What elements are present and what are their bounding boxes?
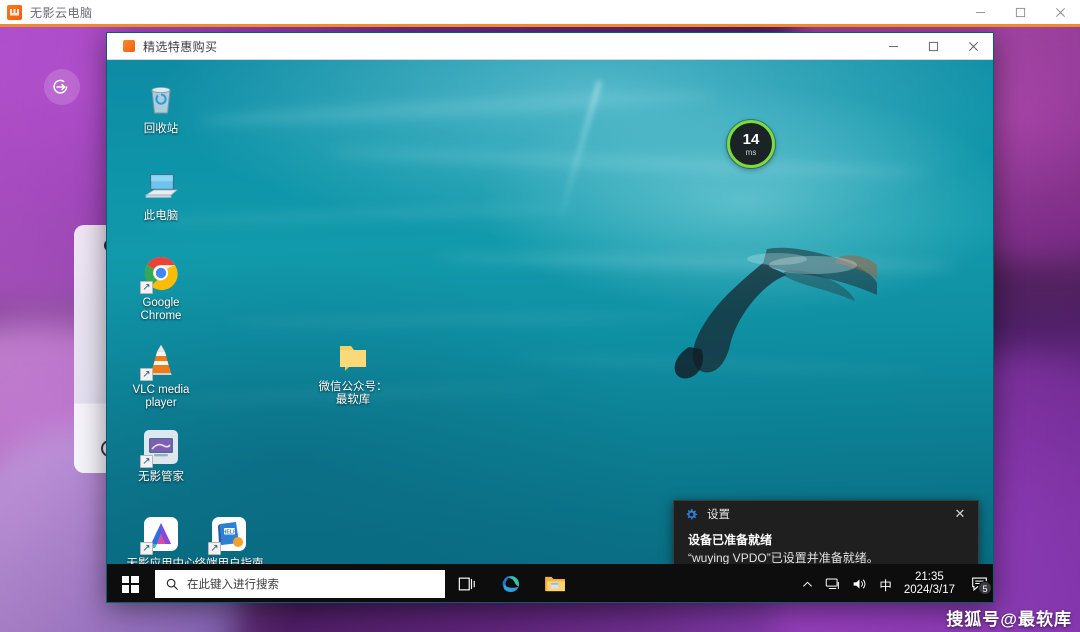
system-tray: 中 21:35 2024/3/17 5 <box>796 564 993 602</box>
clock-time: 21:35 <box>915 571 944 583</box>
minimize-icon <box>888 45 898 47</box>
microsoft-edge-button[interactable] <box>489 564 533 602</box>
start-button[interactable] <box>107 564 153 602</box>
desktop-icon-recycle-bin[interactable]: 回收站 <box>123 78 199 136</box>
tray-network-icon[interactable] <box>819 564 846 602</box>
vm-minimize-button[interactable] <box>873 33 913 59</box>
windows-desktop[interactable]: 回收站 此电脑 ↗ Google Chrome ↗ VLC media play… <box>107 60 993 602</box>
toast-title: 设备已准备就绪 <box>688 533 773 547</box>
taskbar: 在此键入进行搜索 中 21:35 2024/3/17 5 <box>107 564 993 602</box>
this-pc-icon <box>140 165 182 207</box>
vm-window-titlebar[interactable]: 精选特惠购买 <box>107 33 993 60</box>
desktop-icon-label: 无影管家 <box>138 471 184 483</box>
vm-app-icon <box>123 40 135 52</box>
latency-badge[interactable]: 14 ms <box>727 120 775 168</box>
tray-ime-indicator[interactable]: 中 <box>873 564 898 602</box>
google-chrome-icon <box>140 252 182 294</box>
folder-icon <box>332 336 374 378</box>
close-icon <box>1055 7 1065 17</box>
tray-volume-icon[interactable] <box>846 564 873 602</box>
vlc-media-player-icon <box>140 339 182 381</box>
gear-icon <box>686 508 698 519</box>
desktop-icon-wechat-folder[interactable]: 微信公众号：最软库 <box>315 336 391 407</box>
power-logout-icon <box>53 79 68 94</box>
desktop-icon-wuying-app-center[interactable]: 无影应用中心 <box>123 513 199 571</box>
recycle-bin-icon <box>140 78 182 120</box>
wuying-app-center-icon <box>140 513 182 555</box>
minimize-icon <box>975 11 985 13</box>
maximize-icon <box>1015 7 1025 17</box>
vm-window-controls <box>873 33 993 59</box>
desktop-icon-label: Google Chrome <box>140 297 182 322</box>
outer-minimize-button[interactable] <box>960 0 1000 24</box>
app-root: 无影云电脑 精选特惠购买 回收站 此电脑 ↗ Google Chrome ↗ V… <box>0 0 1080 632</box>
outer-window-title: 无影云电脑 <box>30 5 93 20</box>
desktop-icon-google-chrome[interactable]: Google Chrome <box>123 252 199 323</box>
close-icon <box>968 41 978 51</box>
microsoft-edge-icon <box>502 575 520 593</box>
network-icon <box>826 578 840 589</box>
shortcut-overlay-icon <box>140 281 153 294</box>
search-placeholder: 在此键入进行搜索 <box>187 579 279 591</box>
desktop-icon-this-pc[interactable]: 此电脑 <box>123 165 199 223</box>
outer-window-controls <box>960 0 1080 24</box>
desktop-icon-label: VLC media player <box>132 384 190 409</box>
outer-window-titlebar[interactable]: 无影云电脑 <box>0 0 1080 27</box>
desktop-icon-label: 回收站 <box>143 123 179 135</box>
latency-value: 14 <box>742 130 760 148</box>
desktop-icon-vlc-media-player[interactable]: VLC media player <box>123 339 199 410</box>
water-caustic <box>196 86 718 130</box>
toast-close-button[interactable]: ✕ <box>950 504 970 524</box>
search-input[interactable]: 在此键入进行搜索 <box>155 570 445 598</box>
ime-label: 中 <box>879 578 892 593</box>
shortcut-overlay-icon <box>140 455 153 468</box>
end-user-guide-icon: HELP <box>208 513 250 555</box>
shortcut-overlay-icon <box>140 368 153 381</box>
virtual-desktop-window: 精选特惠购买 回收站 此电脑 ↗ Google Chrome ↗ VLC med… <box>106 32 994 603</box>
notification-count-badge: 5 <box>978 581 992 595</box>
tray-chevron-up-icon[interactable] <box>796 564 819 602</box>
vm-window-title: 精选特惠购买 <box>143 39 218 54</box>
vm-close-button[interactable] <box>953 33 993 59</box>
taskbar-clock[interactable]: 21:35 2024/3/17 <box>898 564 963 602</box>
windows-logo-icon <box>121 575 139 593</box>
file-explorer-icon <box>545 576 565 592</box>
file-explorer-button[interactable] <box>533 564 577 602</box>
desktop-icon-wuying-manager[interactable]: 无影管家 <box>123 426 199 484</box>
maximize-icon <box>928 41 938 51</box>
diver-silhouette <box>674 247 877 379</box>
outer-close-button[interactable] <box>1040 0 1080 24</box>
shortcut-overlay-icon <box>140 542 153 555</box>
water-caustic <box>146 202 578 228</box>
volume-icon <box>853 579 866 589</box>
wuying-app-icon <box>7 4 22 20</box>
task-view-button[interactable] <box>445 564 489 602</box>
notification-center-button[interactable]: 5 <box>963 564 993 602</box>
water-caustic <box>326 145 928 180</box>
toast-header: 设置 ✕ <box>674 501 978 527</box>
toast-app-name: 设置 <box>707 509 730 521</box>
task-view-icon <box>458 577 475 591</box>
logout-power-button[interactable] <box>44 69 80 105</box>
search-icon <box>166 578 178 590</box>
desktop-icon-end-user-guide[interactable]: HELP 终端用户指南 <box>191 513 267 571</box>
desktop-icon-label: 此电脑 <box>143 210 179 222</box>
shortcut-overlay-icon <box>208 542 221 555</box>
clock-date: 2024/3/17 <box>903 584 955 596</box>
vm-maximize-button[interactable] <box>913 33 953 59</box>
outer-maximize-button[interactable] <box>1000 0 1040 24</box>
desktop-icon-label: 微信公众号：最软库 <box>318 381 388 406</box>
svg-text:HELP: HELP <box>223 529 237 535</box>
wuying-manager-icon <box>140 426 182 468</box>
sohu-watermark: 搜狐号@最软库 <box>946 610 1072 629</box>
chevron-up-icon <box>803 581 813 587</box>
latency-unit: ms <box>745 147 757 157</box>
